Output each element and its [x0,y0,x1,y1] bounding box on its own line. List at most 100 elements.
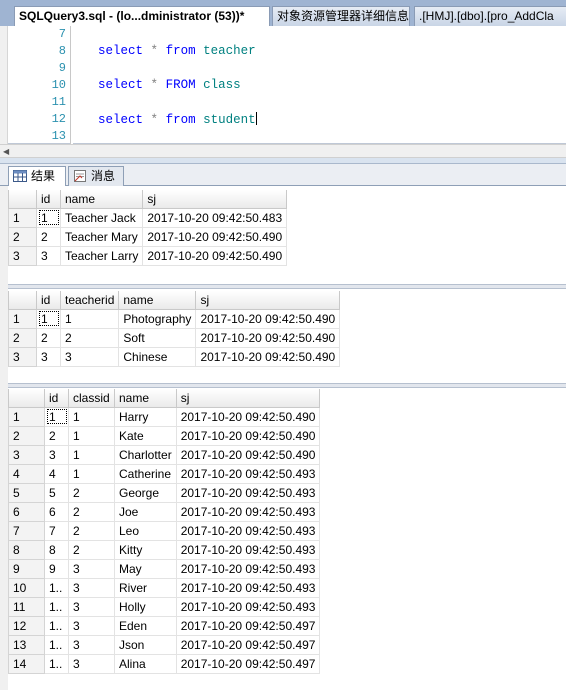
table-cell[interactable]: 3 [68,615,115,636]
table-cell[interactable]: 3 [44,444,69,465]
table-cell[interactable]: 5 [44,482,69,503]
scroll-left-icon[interactable]: ◀ [3,147,9,156]
table-cell[interactable]: 1.. [44,577,69,598]
row-header[interactable]: 4 [8,463,45,484]
table-cell[interactable]: 2 [44,425,69,446]
table-cell[interactable]: Holly [114,596,177,617]
table-cell[interactable]: Kate [114,425,177,446]
row-header[interactable]: 3 [8,346,37,367]
table-cell[interactable]: 4 [44,463,69,484]
table-row[interactable]: 2 2 2 Soft 2017-10-20 09:42:50.490 [8,327,341,348]
column-header[interactable]: name [59,190,144,209]
table-cell[interactable]: 6 [44,501,69,522]
table-cell[interactable]: 2017-10-20 09:42:50.497 [175,653,321,674]
row-header[interactable]: 2 [8,425,45,446]
table-cell[interactable]: 3 [36,245,61,266]
table-cell[interactable]: 3 [36,346,61,367]
table-cell[interactable]: 3 [68,634,115,655]
table-cell[interactable]: 2017-10-20 09:42:50.493 [175,558,321,579]
table-cell[interactable]: 2017-10-20 09:42:50.490 [175,406,321,427]
table-cell[interactable]: Teacher Mary [59,226,144,247]
table-cell[interactable]: Chinese [118,346,197,367]
table-cell[interactable]: River [114,577,177,598]
table-cell[interactable]: Teacher Larry [59,245,144,266]
table-cell[interactable]: 2017-10-20 09:42:50.490 [195,327,341,348]
table-cell[interactable]: Json [114,634,177,655]
table-cell[interactable]: Soft [118,327,197,348]
table-cell[interactable]: 2 [36,327,61,348]
table-row[interactable]: 3 3 1 Charlotter 2017-10-20 09:42:50.490 [8,444,321,465]
row-header[interactable]: 6 [8,501,45,522]
table-row[interactable]: 7 7 2 Leo 2017-10-20 09:42:50.493 [8,520,321,541]
code-line[interactable]: select * from student [98,112,257,127]
table-cell[interactable]: 2 [68,539,115,560]
column-header[interactable]: id [44,389,69,408]
row-header[interactable]: 9 [8,558,45,579]
row-header[interactable]: 2 [8,327,37,348]
table-row[interactable]: 2 2 Teacher Mary 2017-10-20 09:42:50.490 [8,226,288,247]
row-header-corner[interactable] [8,190,37,209]
table-cell[interactable]: Charlotter [114,444,177,465]
table-row[interactable]: 3 3 Teacher Larry 2017-10-20 09:42:50.490 [8,245,288,266]
table-cell[interactable]: 1 [68,406,115,427]
table-row[interactable]: 2 2 1 Kate 2017-10-20 09:42:50.490 [8,425,321,446]
table-cell[interactable]: 3 [68,577,115,598]
table-cell[interactable]: 2 [68,520,115,541]
table-cell[interactable]: 1 [59,308,120,329]
table-cell[interactable]: 2017-10-20 09:42:50.490 [195,346,341,367]
table-cell[interactable]: 1.. [44,653,69,674]
table-cell[interactable]: 1 [44,406,69,427]
table-cell[interactable]: Joe [114,501,177,522]
row-header[interactable]: 13 [8,634,45,655]
tab-results[interactable]: 结果 [8,166,66,187]
table-row[interactable]: 6 6 2 Joe 2017-10-20 09:42:50.493 [8,501,321,522]
table-cell[interactable]: 1 [68,425,115,446]
table-cell[interactable]: 2017-10-20 09:42:50.493 [175,482,321,503]
table-row[interactable]: 1 1 1 Harry 2017-10-20 09:42:50.490 [8,406,321,427]
table-cell[interactable]: 2 [59,327,120,348]
table-cell[interactable]: 2 [68,482,115,503]
grid-splitter[interactable] [8,284,566,289]
table-cell[interactable]: Leo [114,520,177,541]
table-cell[interactable]: 8 [44,539,69,560]
table-cell[interactable]: 2017-10-20 09:42:50.493 [175,501,321,522]
table-cell[interactable]: 2017-10-20 09:42:50.490 [142,226,288,247]
code-line[interactable]: select * FROM class [98,78,241,92]
table-cell[interactable]: 1 [68,444,115,465]
code-line[interactable]: select * from teacher [98,44,256,58]
table-cell[interactable]: 9 [44,558,69,579]
table-cell[interactable]: 1 [36,207,61,228]
table-cell[interactable]: Teacher Jack [59,207,144,228]
result-grid-teacher[interactable]: id name sj 1 1 Teacher Jack 2017-10-20 09:4… [8,190,288,266]
row-header[interactable]: 11 [8,596,45,617]
table-row[interactable]: 11 1.. 3 Holly 2017-10-20 09:42:50.493 [8,596,321,617]
table-cell[interactable]: 1 [36,308,61,329]
row-header-corner[interactable] [8,291,37,310]
column-header[interactable]: sj [142,190,288,209]
column-header[interactable]: sj [195,291,341,310]
table-cell[interactable]: 2017-10-20 09:42:50.493 [175,463,321,484]
table-cell[interactable]: Catherine [114,463,177,484]
table-row[interactable]: 1 1 1 Photography 2017-10-20 09:42:50.490 [8,308,341,329]
row-header[interactable]: 3 [8,444,45,465]
table-cell[interactable]: May [114,558,177,579]
row-header[interactable]: 7 [8,520,45,541]
table-row[interactable]: 3 3 3 Chinese 2017-10-20 09:42:50.490 [8,346,341,367]
row-header[interactable]: 1 [8,406,45,427]
column-header[interactable]: sj [175,389,321,408]
column-header[interactable]: id [36,291,61,310]
row-header[interactable]: 1 [8,207,37,228]
table-cell[interactable]: Harry [114,406,177,427]
table-cell[interactable]: 3 [68,653,115,674]
row-header[interactable]: 8 [8,539,45,560]
table-cell[interactable]: 1.. [44,615,69,636]
table-cell[interactable]: 2017-10-20 09:42:50.497 [175,634,321,655]
table-row[interactable]: 10 1.. 3 River 2017-10-20 09:42:50.493 [8,577,321,598]
table-cell[interactable]: Kitty [114,539,177,560]
table-cell[interactable]: 2 [36,226,61,247]
table-row[interactable]: 14 1.. 3 Alina 2017-10-20 09:42:50.497 [8,653,321,674]
tab-stored-procedure[interactable]: .[HMJ].[dbo].[pro_AddCla [414,6,566,26]
column-header[interactable]: classid [68,389,115,408]
table-cell[interactable]: 2017-10-20 09:42:50.490 [175,444,321,465]
row-header[interactable]: 1 [8,308,37,329]
